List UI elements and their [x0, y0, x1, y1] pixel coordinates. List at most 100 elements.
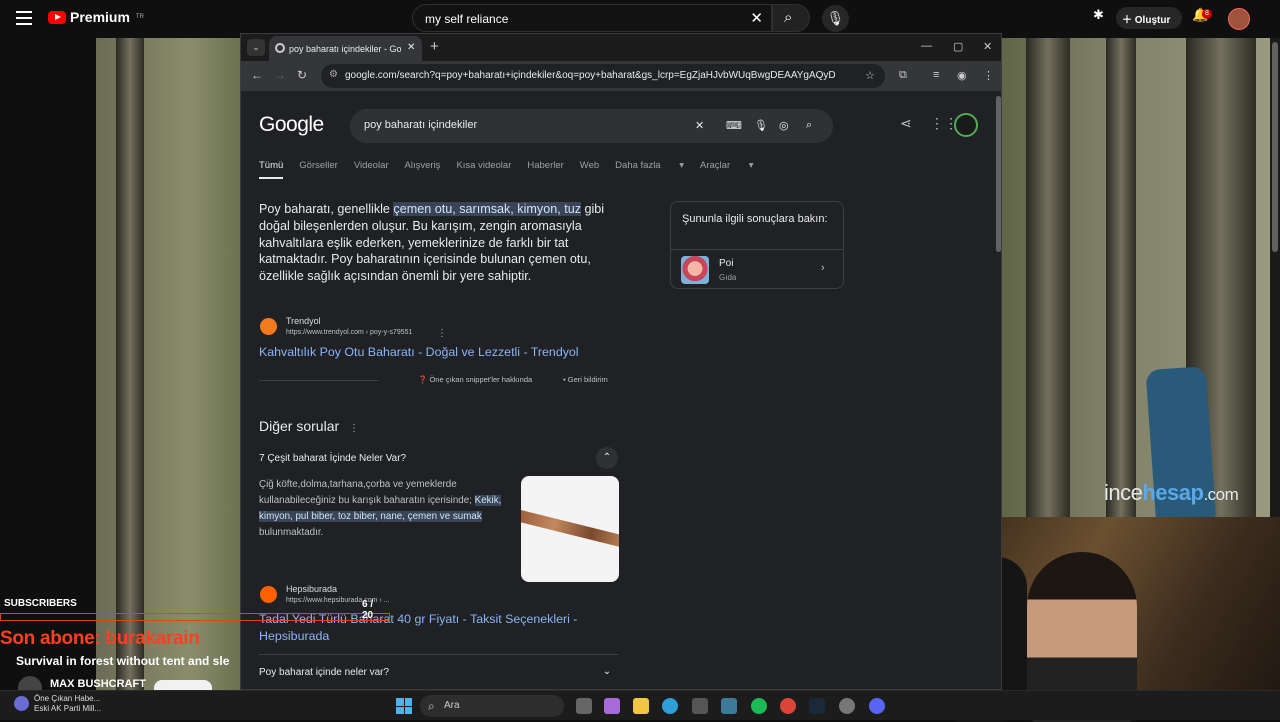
store-icon[interactable] [692, 698, 708, 714]
minimize-icon[interactable]: — [921, 40, 932, 52]
featured-snippet: Poy baharatı, genellikle çemen otu, sarı… [259, 201, 621, 285]
media-icon[interactable]: ≡ [933, 69, 939, 81]
video-title[interactable]: Survival in forest without tent and sle [16, 654, 229, 668]
chrome-window: ⌄ poy baharatı içindekiler - Goog ✕ + — … [240, 33, 1002, 690]
google-search-input[interactable]: poy baharatı içindekiler ✕ ⌨ 🎙 ◎ ⌕ [350, 109, 833, 143]
discord-icon[interactable] [869, 698, 885, 714]
task-view-icon[interactable] [576, 698, 592, 714]
brand-part: hesap [1142, 480, 1204, 505]
google-favicon-icon [275, 43, 285, 53]
tab-strip: ⌄ poy baharatı içindekiler - Goog ✕ + — … [241, 34, 1001, 61]
result-link[interactable]: Kahvaltılık Poy Otu Baharatı - Doğal ve … [259, 344, 579, 361]
voice-search-icon[interactable]: 🎙 [822, 5, 849, 32]
extensions-icon[interactable]: ⧉ [899, 69, 907, 82]
tab-all[interactable]: Tümü [259, 160, 284, 179]
youtube-logo[interactable]: Premium TR [48, 9, 144, 25]
maximize-icon[interactable]: ▢ [953, 40, 963, 53]
menu-icon[interactable] [16, 11, 32, 25]
youtube-search-button[interactable]: ⌕ [772, 4, 810, 32]
clear-icon[interactable]: ✕ [695, 119, 704, 132]
answer-image[interactable] [521, 476, 619, 582]
snippet-text: Poy baharatı, genellikle [259, 202, 394, 216]
bookmark-star-icon[interactable]: ☆ [865, 69, 877, 82]
panel-item-subtitle: Gıda [719, 273, 737, 282]
notification-badge: 8 [1202, 9, 1212, 19]
close-window-icon[interactable]: ✕ [983, 40, 992, 53]
question-item[interactable]: Poy baharat içinde neler var? [259, 667, 389, 678]
obs-icon[interactable] [839, 698, 855, 714]
url-text: google.com/search?q=poy+baharatı+içindek… [345, 70, 835, 81]
subs-goal-bar [0, 613, 390, 621]
profile-icon[interactable]: ◉ [957, 69, 967, 82]
about-snippets-label: Öne çıkan snippet'ler hakkında [429, 375, 533, 384]
page-scrollbar[interactable] [994, 91, 1001, 689]
browser-toolbar: ← → ↻ ⚙ google.com/search?q=poy+baharatı… [241, 61, 1001, 91]
tab-title: poy baharatı içindekiler - Goog [289, 44, 401, 54]
create-label: Oluştur [1134, 15, 1171, 26]
share-icon[interactable]: ⋖ [900, 115, 912, 132]
clear-search-icon[interactable]: ✕ [750, 9, 763, 27]
source-name: Hepsiburada [286, 584, 338, 594]
close-tab-icon[interactable]: ✕ [407, 42, 417, 53]
paa-title-text: Diğer sorular [259, 418, 340, 434]
windows-start-icon[interactable] [396, 698, 412, 714]
tab-short-videos[interactable]: Kısa videolar [456, 160, 511, 179]
avatar[interactable] [1228, 8, 1250, 30]
search-icon[interactable]: ⌕ [806, 119, 812, 132]
back-icon[interactable]: ← [251, 68, 263, 82]
chevron-down-icon[interactable]: ⌄ [596, 661, 618, 683]
new-tab-icon[interactable]: + [430, 38, 439, 55]
brand-part: .com [1203, 485, 1239, 504]
keyboard-icon[interactable]: ⌨ [726, 119, 742, 132]
chevron-right-icon[interactable]: › [821, 262, 825, 274]
last-subscriber: Son abone: burakarain [0, 628, 200, 649]
app-icon[interactable] [721, 698, 737, 714]
live-icon[interactable]: ✱ [1093, 7, 1104, 29]
create-button[interactable]: ＋ Oluştur [1116, 7, 1182, 29]
tab-images[interactable]: Görseller [299, 160, 338, 179]
tab-search-icon[interactable]: ⌄ [247, 39, 265, 56]
chrome-menu-icon[interactable]: ⋮ [983, 69, 994, 82]
trendyol-favicon-icon [260, 318, 277, 335]
reload-icon[interactable]: ↻ [297, 68, 307, 82]
lens-icon[interactable]: ◎ [779, 119, 789, 132]
stream-brand-logo: incehesap.com [1104, 480, 1239, 506]
tab-active[interactable]: poy baharatı içindekiler - Goog ✕ [269, 36, 422, 61]
news-widget[interactable]: Öne Çıkan Habe... Eski AK Parti Mill... [14, 694, 101, 714]
chrome-icon[interactable] [780, 698, 796, 714]
tab-news[interactable]: Haberler [527, 160, 563, 179]
copilot-icon[interactable] [604, 698, 620, 714]
file-explorer-icon[interactable] [633, 698, 649, 714]
account-avatar[interactable] [954, 113, 978, 137]
google-logo[interactable]: Google [259, 113, 324, 137]
spotify-icon[interactable] [751, 698, 767, 714]
youtube-search-input[interactable]: my self reliance ✕ [412, 4, 772, 32]
mic-icon[interactable]: 🎙 [754, 119, 768, 132]
tab-tools[interactable]: Araçlar ▾ [700, 160, 754, 179]
address-bar[interactable]: ⚙ google.com/search?q=poy+baharatı+içind… [321, 64, 885, 88]
feedback-link[interactable]: ▪ Geri bildirim [563, 375, 608, 384]
search-value: my self reliance [425, 12, 509, 26]
source-url: https://www.trendyol.com › poy-y-s79551 [286, 329, 413, 336]
channel-name[interactable]: MAX BUSHCRAFT [50, 678, 146, 690]
tab-videos[interactable]: Videolar [354, 160, 389, 179]
edge-icon[interactable] [662, 698, 678, 714]
people-also-ask-title: Diğer sorular ⋮ [259, 418, 359, 434]
forward-icon[interactable]: → [274, 68, 286, 82]
youtube-play-icon [48, 10, 66, 24]
poi-thumbnail[interactable] [681, 256, 709, 284]
taskbar-search[interactable]: Ara [420, 695, 564, 717]
tab-web[interactable]: Web [580, 160, 599, 179]
tab-more[interactable]: Daha fazla ▾ [615, 160, 684, 179]
more-options-icon[interactable]: ⋮ [437, 328, 447, 339]
site-info-icon[interactable]: ⚙ [329, 69, 341, 80]
chevron-up-icon[interactable]: ⌃ [596, 447, 618, 469]
tab-shopping[interactable]: Alışveriş [405, 160, 441, 179]
logo-region: TR [135, 14, 144, 20]
question-item[interactable]: 7 Çeşit baharat İçinde Neler Var? [259, 453, 406, 464]
steam-icon[interactable] [809, 698, 825, 714]
about-snippets-link[interactable]: ❓ Öne çıkan snippet'ler hakkında [418, 375, 532, 384]
panel-item-title[interactable]: Poi [719, 258, 733, 269]
more-options-icon[interactable]: ⋮ [349, 423, 359, 434]
subs-label: SUBSCRIBERS [4, 598, 77, 609]
